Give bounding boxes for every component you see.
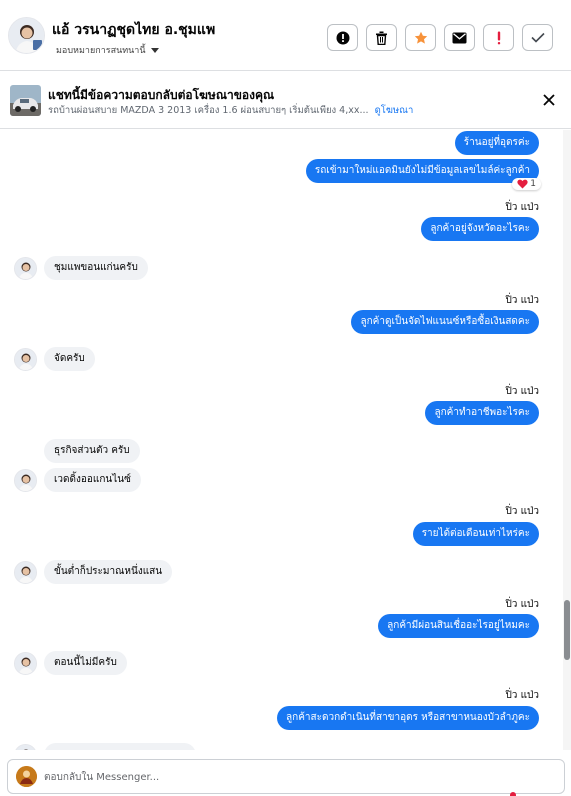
sender-name: ปิ่ว แป่ว: [505, 295, 539, 306]
scrollbar-thumb[interactable]: [564, 600, 570, 660]
ad-context-banner: แชทนี้มีข้อความตอบกลับต่อโฆษณาของคุณ รถบ…: [0, 71, 571, 129]
sender-name: ปิ่ว แป่ว: [505, 690, 539, 701]
message-incoming[interactable]: ขั้นต่ำก็ประมาณหนึ่งแสน: [44, 560, 173, 584]
conversation-header: แอ้ วรนาฏชุดไทย อ.ชุมแพ มอบหมายการสนทนาน…: [0, 0, 571, 71]
contact-name: แอ้ วรนาฏชุดไทย อ.ชุมแพ: [52, 22, 216, 38]
follow-up-button[interactable]: [483, 24, 514, 51]
message-outgoing[interactable]: รายได้ต่อเดือนเท่าไหร่คะ: [412, 522, 539, 546]
view-ad-link[interactable]: ดูโฆษณา: [375, 105, 414, 116]
message-outgoing[interactable]: ลูกค้ามีผ่อนสินเชื่ออะไรอยู่ไหมคะ: [378, 614, 539, 638]
message-incoming[interactable]: จัดครับ: [44, 347, 95, 371]
message-incoming[interactable]: ชุมแพขอนแก่นครับ: [44, 256, 148, 280]
message-outgoing[interactable]: ลูกค้าทำอาชีพอะไรคะ: [425, 401, 539, 425]
message-outgoing[interactable]: ลูกค้าสะดวกดำเนินที่สาขาอุดร หรือสาขาหนอ…: [277, 706, 539, 730]
reply-input[interactable]: [44, 768, 524, 786]
message-reaction[interactable]: 1: [512, 178, 541, 190]
star-button[interactable]: [405, 24, 436, 51]
ad-description: รถบ้านผ่อนสบาย MAZDA 3 2013 เครื่อง 1.6 …: [48, 105, 369, 116]
notification-dot: [510, 792, 516, 796]
envelope-icon: [452, 32, 467, 43]
contact-avatar-small: [14, 561, 37, 584]
message-outgoing[interactable]: รถเข้ามาใหม่แอดมินยังไม่มีข้อมูลเลขไมล์ค…: [305, 159, 539, 183]
mark-unread-button[interactable]: [444, 24, 475, 51]
reaction-count: 1: [530, 179, 536, 189]
message-outgoing[interactable]: ลูกค้าอยู่จังหวัดอะไรคะ: [421, 217, 539, 241]
message-thread[interactable]: ร้านอยู่ที่อุดรค่ะ รถเข้ามาใหม่แอดมินยัง…: [0, 130, 571, 750]
contact-avatar[interactable]: [8, 17, 45, 54]
sender-name: ปิ่ว แป่ว: [505, 386, 539, 397]
trash-icon: [376, 31, 387, 45]
message-incoming-partial: [44, 743, 196, 750]
message-incoming[interactable]: เวดดิ้งออแกนไนซ์: [44, 468, 141, 492]
mark-spam-button[interactable]: [327, 24, 358, 51]
heart-icon: [517, 179, 528, 189]
mark-done-button[interactable]: [522, 24, 553, 51]
star-icon: [414, 31, 427, 44]
contact-avatar-small: [14, 257, 37, 280]
exclamation-icon: [497, 31, 500, 44]
caret-down-icon: [150, 47, 159, 53]
reply-composer: [7, 759, 565, 794]
sender-name: ปิ่ว แป่ว: [505, 202, 539, 213]
message-incoming[interactable]: ตอนนี้ไม่มีครับ: [44, 651, 127, 675]
ad-thumbnail[interactable]: [10, 85, 41, 116]
close-icon[interactable]: [542, 93, 556, 107]
message-outgoing[interactable]: ลูกค้าดูเป็นจัดไฟแนนซ์หรือซื้อเงินสดคะ: [351, 310, 539, 334]
contact-avatar-small: [14, 744, 37, 750]
header-actions: [327, 24, 553, 51]
contact-avatar-small: [14, 469, 37, 492]
thread-scrollbar[interactable]: [563, 130, 571, 750]
check-icon: [530, 32, 545, 43]
delete-button[interactable]: [366, 24, 397, 51]
page-avatar: [16, 766, 37, 787]
assign-label: มอบหมายการสนทนานี้: [56, 46, 146, 56]
ad-banner-subtitle: รถบ้านผ่อนสบาย MAZDA 3 2013 เครื่อง 1.6 …: [48, 103, 413, 118]
message-incoming[interactable]: ธุรกิจส่วนตัว ครับ: [44, 439, 140, 463]
contact-avatar-small: [14, 348, 37, 371]
sender-name: ปิ่ว แป่ว: [505, 599, 539, 610]
contact-avatar-small: [14, 652, 37, 675]
assign-conversation-dropdown[interactable]: มอบหมายการสนทนานี้: [56, 43, 159, 57]
sender-name: ปิ่ว แป่ว: [505, 506, 539, 517]
alert-circle-icon: [336, 31, 349, 44]
message-outgoing[interactable]: ร้านอยู่ที่อุดรค่ะ: [454, 131, 539, 155]
